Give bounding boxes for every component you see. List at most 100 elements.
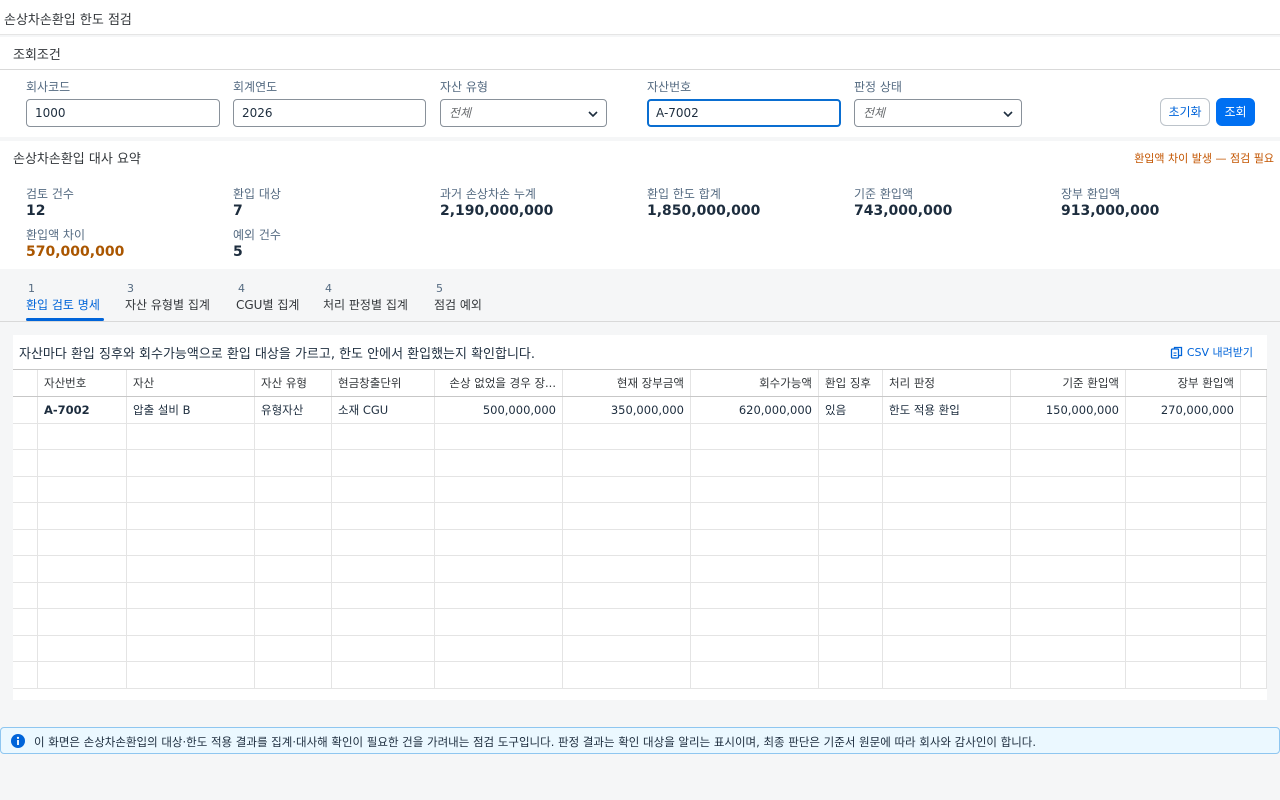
review-panel: 자산마다 환입 징후와 회수가능액으로 환입 대상을 가르고, 한도 안에서 환…: [13, 335, 1267, 700]
row-selector: [13, 476, 38, 502]
csv-download-label: CSV 내려받기: [1186, 346, 1253, 359]
tab-count: 1: [28, 282, 35, 295]
column-header: 자산번호: [38, 370, 127, 396]
cell-filler: [1241, 608, 1267, 635]
table-row[interactable]: [13, 502, 1267, 530]
fiscal-year-label: 회계연도: [233, 80, 278, 94]
table-cell: [1011, 582, 1126, 608]
search-button[interactable]: 조회: [1216, 98, 1255, 126]
cell-filler: [1241, 661, 1267, 688]
warning-message: 환입액 차이 발생 — 점검 필요: [1134, 152, 1274, 165]
table-cell: 270,000,000: [1126, 396, 1241, 423]
table-row[interactable]: [13, 555, 1267, 583]
table-cell: [127, 423, 255, 449]
tab-review-detail[interactable]: 1 환입 검토 명세: [26, 282, 104, 322]
table-cell: [332, 555, 435, 582]
reset-button[interactable]: 초기화: [1160, 98, 1210, 126]
table-cell: [435, 502, 563, 529]
info-message-text: 이 화면은 손상차손환입의 대상·한도 적용 결과를 집계·대사해 확인이 필요…: [34, 735, 1037, 749]
table-cell: [691, 608, 819, 635]
tab-label: 자산 유형별 집계: [125, 298, 210, 312]
table-cell: [127, 555, 255, 582]
table-row[interactable]: [13, 582, 1267, 609]
table-cell: [1126, 449, 1241, 476]
table-cell: [38, 582, 127, 608]
company-code-input[interactable]: 1000: [26, 99, 220, 127]
csv-download-button[interactable]: CSV 내려받기: [1170, 344, 1253, 360]
table-cell: [332, 476, 435, 502]
cell-filler: [1241, 449, 1267, 476]
table-cell: [255, 582, 332, 608]
table-cell: [38, 423, 127, 449]
table-cell: [1126, 502, 1241, 529]
asset-no-input[interactable]: A-7002: [647, 99, 841, 127]
table-cell: [691, 529, 819, 555]
table-cell: [435, 476, 563, 502]
judgment-status-value: 전체: [863, 106, 886, 120]
table-row[interactable]: A-7002 압출 설비 B 유형자산 소재 CGU 500,000,000 350,00…: [13, 396, 1267, 424]
table-cell: [1011, 423, 1126, 449]
filter-bar: 조회조건 회사코드 1000 회계연도 2026 자산 유형 전체 자산번호 A…: [0, 37, 1280, 137]
table-row[interactable]: [13, 608, 1267, 636]
table-cell: [127, 635, 255, 661]
table-cell: [819, 555, 883, 582]
tab-judgment-summary[interactable]: 4 처리 판정별 집계: [323, 282, 408, 322]
judgment-status-select[interactable]: 전체: [854, 99, 1022, 127]
table-cell: [255, 555, 332, 582]
table-cell: [1126, 529, 1241, 555]
table-cell: [691, 582, 819, 608]
table-cell: [255, 449, 332, 476]
column-header: 환입 징후: [819, 370, 883, 396]
column-header: 현재 장부금액: [563, 370, 691, 396]
asset-no-label: 자산번호: [647, 80, 692, 94]
table-row[interactable]: [13, 449, 1267, 477]
tab-cgu-summary[interactable]: 4 CGU별 집계: [236, 282, 299, 322]
tab-count: 4: [238, 282, 245, 295]
table-row[interactable]: [13, 661, 1267, 689]
table-cell: [691, 476, 819, 502]
table-row[interactable]: [13, 423, 1267, 450]
kpi-value: 743,000,000: [854, 203, 953, 219]
table-cell: [1126, 555, 1241, 582]
table-cell: [819, 608, 883, 635]
table-cell: [883, 502, 1011, 529]
table-cell: [435, 555, 563, 582]
table-cell: 유형자산: [255, 396, 332, 423]
fiscal-year-input[interactable]: 2026: [233, 99, 426, 127]
export-icon: [1170, 346, 1182, 359]
kpi-value: 570,000,000: [26, 244, 125, 260]
tab-exceptions[interactable]: 5 점검 예외: [434, 282, 482, 322]
table-cell: [435, 529, 563, 555]
table-cell: [563, 449, 691, 476]
table-row[interactable]: [13, 635, 1267, 662]
kpi-label: 기준 환입액: [854, 187, 914, 201]
table-row[interactable]: [13, 529, 1267, 556]
table-header-row: 자산번호 자산 자산 유형 현금창출단위 손상 없었을 경우 장... 현재 장부금액 회수…: [13, 370, 1267, 397]
table-cell: [563, 423, 691, 449]
table-cell: [819, 449, 883, 476]
table-cell: [1126, 423, 1241, 449]
kpi-label: 검토 건수: [26, 187, 74, 201]
table-row[interactable]: [13, 476, 1267, 503]
table-cell: 있음: [819, 396, 883, 423]
kpi-value: 5: [233, 244, 243, 260]
row-selector: [13, 555, 38, 582]
column-header: 처리 판정: [883, 370, 1011, 396]
page-title: 손상차손환입 한도 점검: [4, 13, 132, 28]
asset-type-select[interactable]: 전체: [440, 99, 607, 127]
table-cell: [332, 423, 435, 449]
table-cell: [127, 608, 255, 635]
table-cell: [1126, 635, 1241, 661]
table-cell: [38, 555, 127, 582]
table-cell: [883, 529, 1011, 555]
tab-count: 3: [127, 282, 134, 295]
panel-description: 자산마다 환입 징후와 회수가능액으로 환입 대상을 가르고, 한도 안에서 환…: [19, 347, 536, 362]
table-cell: [819, 635, 883, 661]
table-cell: [563, 529, 691, 555]
judgment-status-label: 판정 상태: [854, 80, 902, 94]
table-cell: [127, 582, 255, 608]
tab-asset-type-summary[interactable]: 3 자산 유형별 집계: [125, 282, 210, 322]
tab-bar: 1 환입 검토 명세 3 자산 유형별 집계 4 CGU별 집계 4 처리 판정…: [0, 272, 1280, 322]
summary-title: 손상차손환입 대사 요약: [13, 152, 141, 167]
table-cell: [563, 582, 691, 608]
